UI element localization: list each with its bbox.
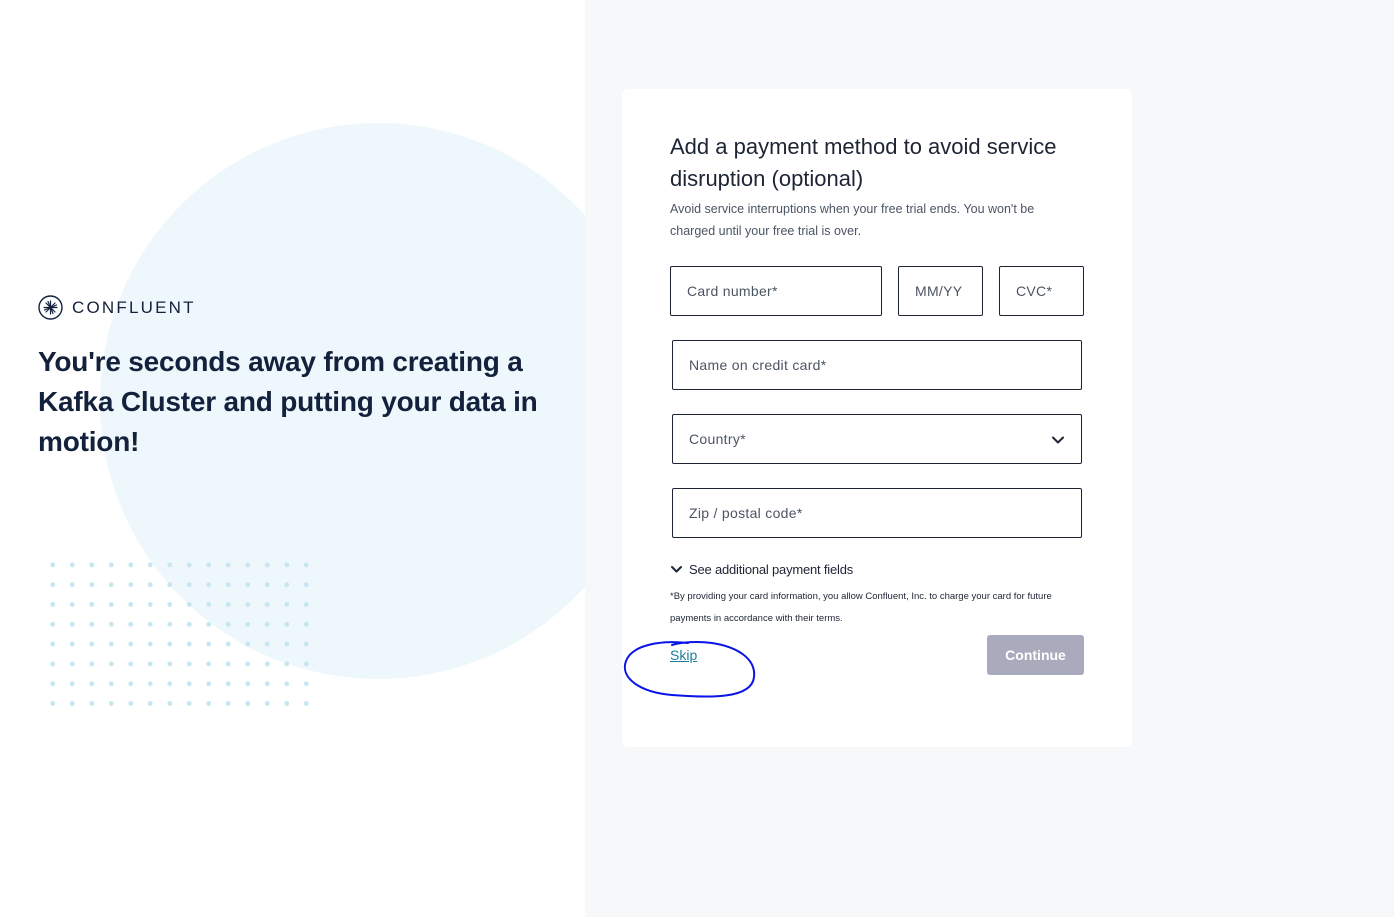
expiry-input[interactable] [899, 267, 982, 315]
expiry-field [898, 266, 983, 316]
annotation-circle [623, 640, 756, 698]
payment-title: Add a payment method to avoid service di… [670, 134, 1057, 191]
continue-button[interactable]: Continue [987, 635, 1084, 675]
cvc-field [999, 266, 1084, 316]
hero-panel: CONFLUENT You're seconds away from creat… [0, 0, 585, 917]
confluent-logo-icon [38, 295, 63, 320]
name-on-card-input[interactable] [673, 341, 1081, 389]
see-additional-fields-label: See additional payment fields [689, 562, 854, 577]
hero-headline: You're seconds away from creating a Kafk… [38, 346, 538, 457]
see-additional-fields-toggle[interactable]: See additional payment fields [670, 562, 853, 577]
chevron-down-icon [1052, 436, 1064, 444]
zip-input[interactable] [673, 489, 1081, 537]
payment-disclaimer: *By providing your card information, you… [670, 591, 1052, 624]
country-select-label: Country* [689, 431, 746, 447]
name-on-card-field [672, 340, 1082, 390]
card-number-input[interactable] [671, 267, 881, 315]
card-number-field [670, 266, 882, 316]
zip-field [672, 488, 1082, 538]
chevron-down-icon [671, 566, 682, 573]
cvc-input[interactable] [1000, 267, 1083, 315]
payment-subtitle: Avoid service interruptions when your fr… [670, 202, 1035, 238]
dot-pattern [43, 555, 315, 711]
brand-name: CONFLUENT [72, 297, 196, 317]
country-select[interactable]: Country* [672, 414, 1082, 464]
brand-logo: CONFLUENT [38, 295, 196, 320]
